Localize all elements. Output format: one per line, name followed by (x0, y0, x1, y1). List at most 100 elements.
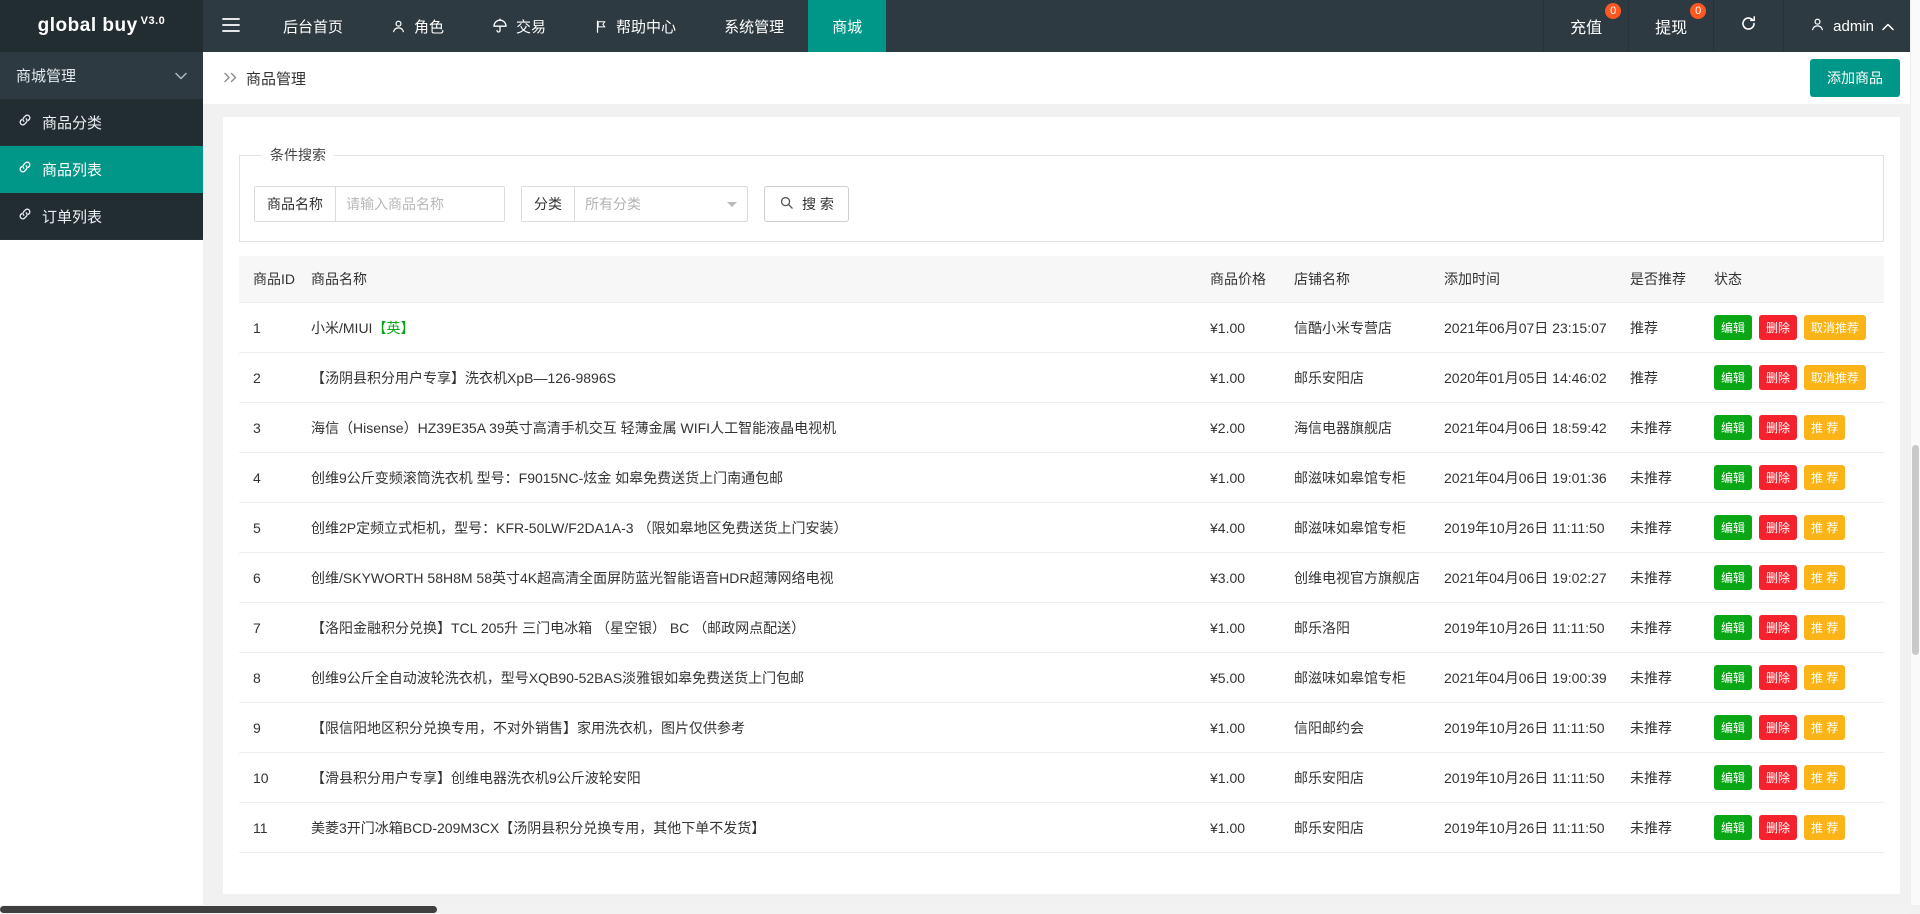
actions-cell: 编辑 删除推 荐 (1706, 602, 1884, 653)
sidebar-item-order-list[interactable]: 订单列表 (0, 193, 203, 240)
delete-button[interactable]: 删除 (1759, 715, 1798, 740)
delete-button[interactable]: 删除 (1759, 615, 1798, 640)
sidebar-item-label: 订单列表 (42, 208, 103, 226)
delete-button[interactable]: 删除 (1759, 565, 1798, 590)
vertical-scrollbar-thumb[interactable] (1912, 445, 1919, 655)
search-button[interactable]: 搜 索 (764, 186, 849, 222)
product-name: 小米/MIUI【英】 (303, 302, 1202, 353)
user-menu[interactable]: admin (1783, 0, 1920, 52)
product-name-input[interactable] (336, 187, 504, 221)
nav-item-trade[interactable]: 交易 (468, 0, 570, 52)
actions-cell: 编辑 删除推 荐 (1706, 802, 1884, 853)
category-group: 分类 所有分类 (521, 186, 748, 222)
edit-button[interactable]: 编辑 (1714, 665, 1753, 690)
edit-button[interactable]: 编辑 (1714, 615, 1753, 640)
product-id: 7 (239, 602, 303, 653)
recommend-toggle-button[interactable]: 推 荐 (1804, 765, 1846, 790)
delete-button[interactable]: 删除 (1759, 415, 1798, 440)
actions-cell: 编辑 删除推 荐 (1706, 402, 1884, 453)
product-name: 【洛阳金融积分兑换】TCL 205升 三门电冰箱 （星空银） BC （邮政网点配… (303, 602, 1202, 653)
user-icon (1810, 17, 1825, 36)
add-time: 2021年04月06日 19:02:27 (1436, 552, 1622, 603)
add-time: 2019年10月26日 11:11:50 (1436, 602, 1622, 653)
withdraw-badge: 0 (1690, 3, 1707, 19)
delete-button[interactable]: 删除 (1759, 465, 1798, 490)
header-store-name: 店铺名称 (1286, 256, 1436, 303)
actions-cell: 编辑 删除推 荐 (1706, 702, 1884, 753)
link-icon (18, 113, 32, 131)
sidebar-item-product-list[interactable]: 商品列表 (0, 146, 203, 193)
store-name: 邮乐安阳店 (1286, 352, 1436, 403)
nav-label: 系统管理 (724, 18, 785, 36)
category-select[interactable]: 所有分类 (575, 187, 747, 221)
recommend-toggle-button[interactable]: 取消推荐 (1804, 315, 1867, 340)
main-area: 商品管理 添加商品 条件搜索 商品名称 分类 (203, 52, 1920, 914)
product-price: ¥5.00 (1202, 652, 1286, 703)
sidebar-spacer (0, 240, 203, 914)
delete-button[interactable]: 删除 (1759, 515, 1798, 540)
content: 条件搜索 商品名称 分类 所有分类 (203, 104, 1920, 914)
table-row: 10 【滑县积分用户专享】创维电器洗衣机9公斤波轮安阳 ¥1.00 邮乐安阳店 2019… (239, 752, 1884, 803)
header-product-name: 商品名称 (303, 256, 1202, 303)
store-name: 邮乐安阳店 (1286, 802, 1436, 853)
recommend-toggle-button[interactable]: 取消推荐 (1804, 365, 1867, 390)
sidebar-group-mall-management[interactable]: 商城管理 (0, 52, 203, 99)
delete-button[interactable]: 删除 (1759, 765, 1798, 790)
header-status: 状态 (1706, 256, 1884, 303)
add-product-button[interactable]: 添加商品 (1810, 59, 1900, 97)
logo-text: global buy (37, 15, 138, 36)
nav-label: 后台首页 (283, 18, 344, 36)
edit-button[interactable]: 编辑 (1714, 765, 1753, 790)
store-name: 邮滋味如皋馆专柜 (1286, 502, 1436, 553)
delete-button[interactable]: 删除 (1759, 815, 1798, 840)
sidebar-item-label: 商品列表 (42, 161, 103, 179)
edit-button[interactable]: 编辑 (1714, 515, 1753, 540)
recommend-toggle-button[interactable]: 推 荐 (1804, 715, 1846, 740)
recommend-toggle-button[interactable]: 推 荐 (1804, 615, 1846, 640)
nav-item-roles[interactable]: 角色 (367, 0, 468, 52)
sidebar-toggle-button[interactable] (203, 0, 259, 52)
nav-item-help-center[interactable]: 帮助中心 (570, 0, 700, 52)
header-is-recommended: 是否推荐 (1622, 256, 1706, 303)
withdraw-button[interactable]: 提现 0 (1628, 0, 1713, 52)
add-time: 2021年04月06日 18:59:42 (1436, 402, 1622, 453)
add-time: 2019年10月26日 11:11:50 (1436, 802, 1622, 853)
edit-button[interactable]: 编辑 (1714, 465, 1753, 490)
recharge-button[interactable]: 充值 0 (1543, 0, 1628, 52)
product-name: 创维/SKYWORTH 58H8M 58英寸4K超高清全面屏防蓝光智能语音HDR… (303, 552, 1202, 603)
edit-button[interactable]: 编辑 (1714, 565, 1753, 590)
product-name-label: 商品名称 (255, 187, 336, 221)
delete-button[interactable]: 删除 (1759, 365, 1798, 390)
recommend-toggle-button[interactable]: 推 荐 (1804, 565, 1846, 590)
chevron-down-icon (727, 201, 737, 207)
nav-item-home[interactable]: 后台首页 (259, 0, 367, 52)
header-add-time: 添加时间 (1436, 256, 1622, 303)
vertical-scrollbar[interactable] (1910, 0, 1920, 905)
delete-button[interactable]: 删除 (1759, 665, 1798, 690)
edit-button[interactable]: 编辑 (1714, 715, 1753, 740)
table-row: 11 美菱3开门冰箱BCD-209M3CX【汤阴县积分兑换专用，其他下单不发货】 ¥… (239, 802, 1884, 853)
sidebar-item-label: 商品分类 (42, 114, 103, 132)
refresh-button[interactable] (1713, 0, 1783, 52)
product-price: ¥4.00 (1202, 502, 1286, 553)
recommend-toggle-button[interactable]: 推 荐 (1804, 465, 1846, 490)
recommend-toggle-button[interactable]: 推 荐 (1804, 815, 1846, 840)
edit-button[interactable]: 编辑 (1714, 315, 1753, 340)
product-price: ¥1.00 (1202, 452, 1286, 503)
actions-cell: 编辑 删除推 荐 (1706, 452, 1884, 503)
edit-button[interactable]: 编辑 (1714, 415, 1753, 440)
edit-button[interactable]: 编辑 (1714, 365, 1753, 390)
nav-item-system[interactable]: 系统管理 (700, 0, 808, 52)
horizontal-scrollbar[interactable] (0, 905, 1910, 914)
edit-button[interactable]: 编辑 (1714, 815, 1753, 840)
horizontal-scrollbar-thumb[interactable] (0, 906, 437, 913)
sidebar-item-product-categories[interactable]: 商品分类 (0, 99, 203, 146)
nav-item-mall[interactable]: 商城 (808, 0, 887, 52)
main-nav: 后台首页 角色 交易 帮助中心 系统管理 商城 (259, 0, 887, 52)
is-recommended: 未推荐 (1622, 602, 1706, 653)
nav-label: 帮助中心 (616, 18, 677, 36)
recommend-toggle-button[interactable]: 推 荐 (1804, 515, 1846, 540)
recommend-toggle-button[interactable]: 推 荐 (1804, 415, 1846, 440)
recommend-toggle-button[interactable]: 推 荐 (1804, 665, 1846, 690)
delete-button[interactable]: 删除 (1759, 315, 1798, 340)
